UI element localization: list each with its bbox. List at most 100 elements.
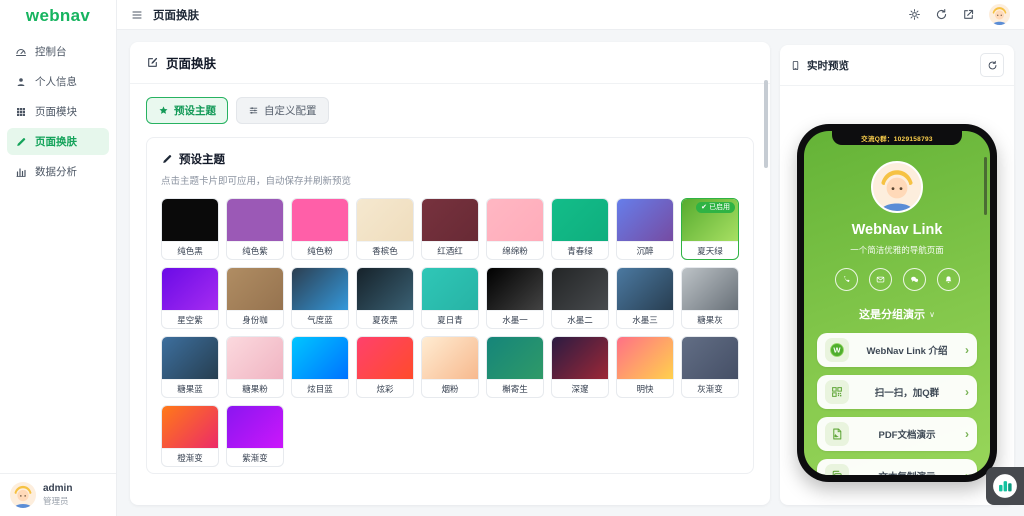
link-card[interactable]: PDF文档演示 › <box>817 417 977 451</box>
theme-card[interactable]: 香槟色 ✔ 已启用 <box>356 198 414 260</box>
theme-name: 纯色黑 <box>162 241 218 259</box>
wlogo-icon <box>830 343 844 357</box>
theme-card[interactable]: 糖果粉 ✔ 已启用 <box>226 336 284 398</box>
theme-card[interactable]: 水墨二 ✔ 已启用 <box>551 267 609 329</box>
user-icon <box>15 76 27 88</box>
theme-card[interactable]: 纯色黑 ✔ 已启用 <box>161 198 219 260</box>
theme-name: 糖果蓝 <box>162 379 218 397</box>
topbar-actions <box>908 8 975 21</box>
theme-name: 槲寄生 <box>487 379 543 397</box>
check-icon: ✔ <box>701 204 707 211</box>
theme-name: 身份咖 <box>227 310 283 328</box>
link-label: 扫一扫，加Q群 <box>855 385 959 399</box>
theme-tabs: 预设主题 自定义配置 <box>146 97 754 124</box>
user-role: 管理员 <box>43 495 72 507</box>
theme-card[interactable]: 身份咖 ✔ 已启用 <box>226 267 284 329</box>
theme-card[interactable]: 纯色粉 ✔ 已启用 <box>291 198 349 260</box>
theme-card[interactable]: 水墨一 ✔ 已启用 <box>486 267 544 329</box>
social-button[interactable] <box>869 268 892 291</box>
theme-card[interactable]: 灰渐变 ✔ 已启用 <box>681 336 739 398</box>
theme-swatch <box>422 337 478 379</box>
edit-icon <box>146 56 159 69</box>
theme-card[interactable]: 糖果灰 ✔ 已启用 <box>681 267 739 329</box>
tab[interactable]: 自定义配置 <box>236 97 329 124</box>
theme-card[interactable]: 夏夜黑 ✔ 已启用 <box>356 267 414 329</box>
sliders-icon <box>248 105 259 116</box>
theme-card[interactable]: 深邃 ✔ 已启用 <box>551 336 609 398</box>
theme-card[interactable]: 明快 ✔ 已启用 <box>616 336 674 398</box>
sidebar-item[interactable]: 页面模块 <box>7 98 109 125</box>
main-scrollbar-thumb[interactable] <box>764 80 768 168</box>
theme-name: 夏夜黑 <box>357 310 413 328</box>
topbar-avatar[interactable] <box>989 4 1010 25</box>
social-button[interactable] <box>937 268 960 291</box>
phone-mockup: 交流Q群：1029158793 WebNav Link 一个简洁优雅的导航页面 <box>797 124 997 482</box>
theme-card[interactable]: 水墨三 ✔ 已启用 <box>616 267 674 329</box>
qq-group-text: 交流Q群：1029158793 <box>861 133 933 143</box>
hamburger-menu-icon[interactable] <box>131 9 143 21</box>
topbar-action[interactable] <box>935 8 948 21</box>
theme-card[interactable]: 绵绵粉 ✔ 已启用 <box>486 198 544 260</box>
tab[interactable]: 预设主题 <box>146 97 228 124</box>
theme-card[interactable]: 青春绿 ✔ 已启用 <box>551 198 609 260</box>
theme-card[interactable]: 星空紫 ✔ 已启用 <box>161 267 219 329</box>
theme-name: 水墨三 <box>617 310 673 328</box>
dash-icon <box>15 46 27 58</box>
brush-icon <box>161 153 173 165</box>
topbar-action[interactable] <box>908 8 921 21</box>
link-card[interactable]: WebNav Link 介绍 › <box>817 333 977 367</box>
theme-card[interactable]: 橙渐变 ✔ 已启用 <box>161 405 219 467</box>
sidebar-user[interactable]: admin 管理员 <box>0 473 116 516</box>
page-skin-card: 页面换肤 预设主题 自定义配置 预设主题 点击主题卡片即可应用，自动保存并刷新预… <box>130 42 770 505</box>
phone-scrollbar-thumb[interactable] <box>984 157 987 215</box>
section-title: 预设主题 <box>179 151 225 167</box>
sidebar-item[interactable]: 数据分析 <box>7 158 109 185</box>
theme-name: 糖果粉 <box>227 379 283 397</box>
theme-card[interactable]: 炫目蓝 ✔ 已启用 <box>291 336 349 398</box>
theme-card[interactable]: 紫渐变 ✔ 已启用 <box>226 405 284 467</box>
theme-swatch <box>292 268 348 310</box>
theme-name: 沉醉 <box>617 241 673 259</box>
theme-card[interactable]: 烟粉 ✔ 已启用 <box>421 336 479 398</box>
link-card[interactable]: 扫一扫，加Q群 › <box>817 375 977 409</box>
topbar-action[interactable] <box>962 8 975 21</box>
link-list: WebNav Link 介绍 › 扫一扫，加Q群 › <box>804 333 990 475</box>
social-button[interactable] <box>903 268 926 291</box>
theme-card[interactable]: 夏日青 ✔ 已启用 <box>421 267 479 329</box>
theme-card[interactable]: 纯色紫 ✔ 已启用 <box>226 198 284 260</box>
phone-icon <box>842 275 851 284</box>
theme-swatch <box>617 199 673 241</box>
theme-swatch <box>682 337 738 379</box>
theme-card[interactable]: 糖果蓝 ✔ 已启用 <box>161 336 219 398</box>
theme-swatch <box>357 337 413 379</box>
theme-swatch <box>682 268 738 310</box>
theme-name: 纯色粉 <box>292 241 348 259</box>
sidebar-item-label: 页面模块 <box>35 104 77 119</box>
theme-name: 红酒红 <box>422 241 478 259</box>
sidebar-item[interactable]: 控制台 <box>7 38 109 65</box>
app-logo[interactable]: webnav <box>0 0 116 32</box>
theme-card[interactable]: 槲寄生 ✔ 已启用 <box>486 336 544 398</box>
theme-card[interactable]: 气度蓝 ✔ 已启用 <box>291 267 349 329</box>
link-card[interactable]: 文本复制演示 › <box>817 459 977 475</box>
sidebar-item-label: 页面换肤 <box>35 134 77 149</box>
mobile-icon <box>790 60 801 71</box>
tab-label: 预设主题 <box>174 103 216 118</box>
theme-card[interactable]: 炫彩 ✔ 已启用 <box>356 336 414 398</box>
theme-swatch <box>162 337 218 379</box>
chevron-down-icon[interactable]: ∨ <box>929 310 935 319</box>
sidebar-item[interactable]: 个人信息 <box>7 68 109 95</box>
pdf-icon <box>830 427 844 441</box>
theme-name: 明快 <box>617 379 673 397</box>
preview-refresh-button[interactable] <box>980 53 1004 77</box>
user-name: admin <box>43 483 72 495</box>
theme-card[interactable]: 红酒红 ✔ 已启用 <box>421 198 479 260</box>
sidebar-item[interactable]: 页面换肤 <box>7 128 109 155</box>
theme-card[interactable]: 沉醉 ✔ 已启用 <box>616 198 674 260</box>
theme-card[interactable]: 夏天绿 ✔ 已启用 <box>681 198 739 260</box>
social-button[interactable] <box>835 268 858 291</box>
theme-name: 水墨二 <box>552 310 608 328</box>
stats-widget-button[interactable] <box>986 467 1024 505</box>
theme-swatch <box>552 268 608 310</box>
mail-icon <box>876 275 885 284</box>
